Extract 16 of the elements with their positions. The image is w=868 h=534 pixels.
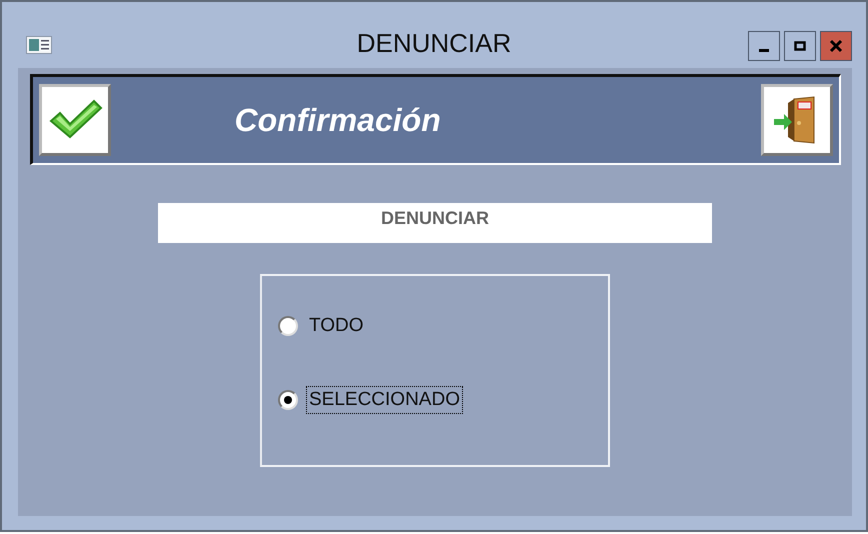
maximize-icon xyxy=(793,39,807,53)
exit-button[interactable] xyxy=(760,84,832,156)
window-title: DENUNCIAR xyxy=(356,28,512,59)
header-title: Confirmación xyxy=(234,102,441,138)
close-button[interactable] xyxy=(820,31,852,61)
radio-button[interactable] xyxy=(278,390,298,410)
radio-label[interactable]: SELECCIONADO xyxy=(306,386,463,414)
radio-label[interactable]: TODO xyxy=(306,312,367,340)
minimize-icon xyxy=(759,48,769,52)
maximize-button[interactable] xyxy=(784,31,816,61)
window-icon xyxy=(26,36,52,54)
confirm-button[interactable] xyxy=(38,84,110,156)
close-icon xyxy=(829,39,843,53)
minimize-button[interactable] xyxy=(748,31,780,61)
radio-button[interactable] xyxy=(278,316,298,336)
text-field[interactable]: DENUNCIAR xyxy=(158,203,712,243)
